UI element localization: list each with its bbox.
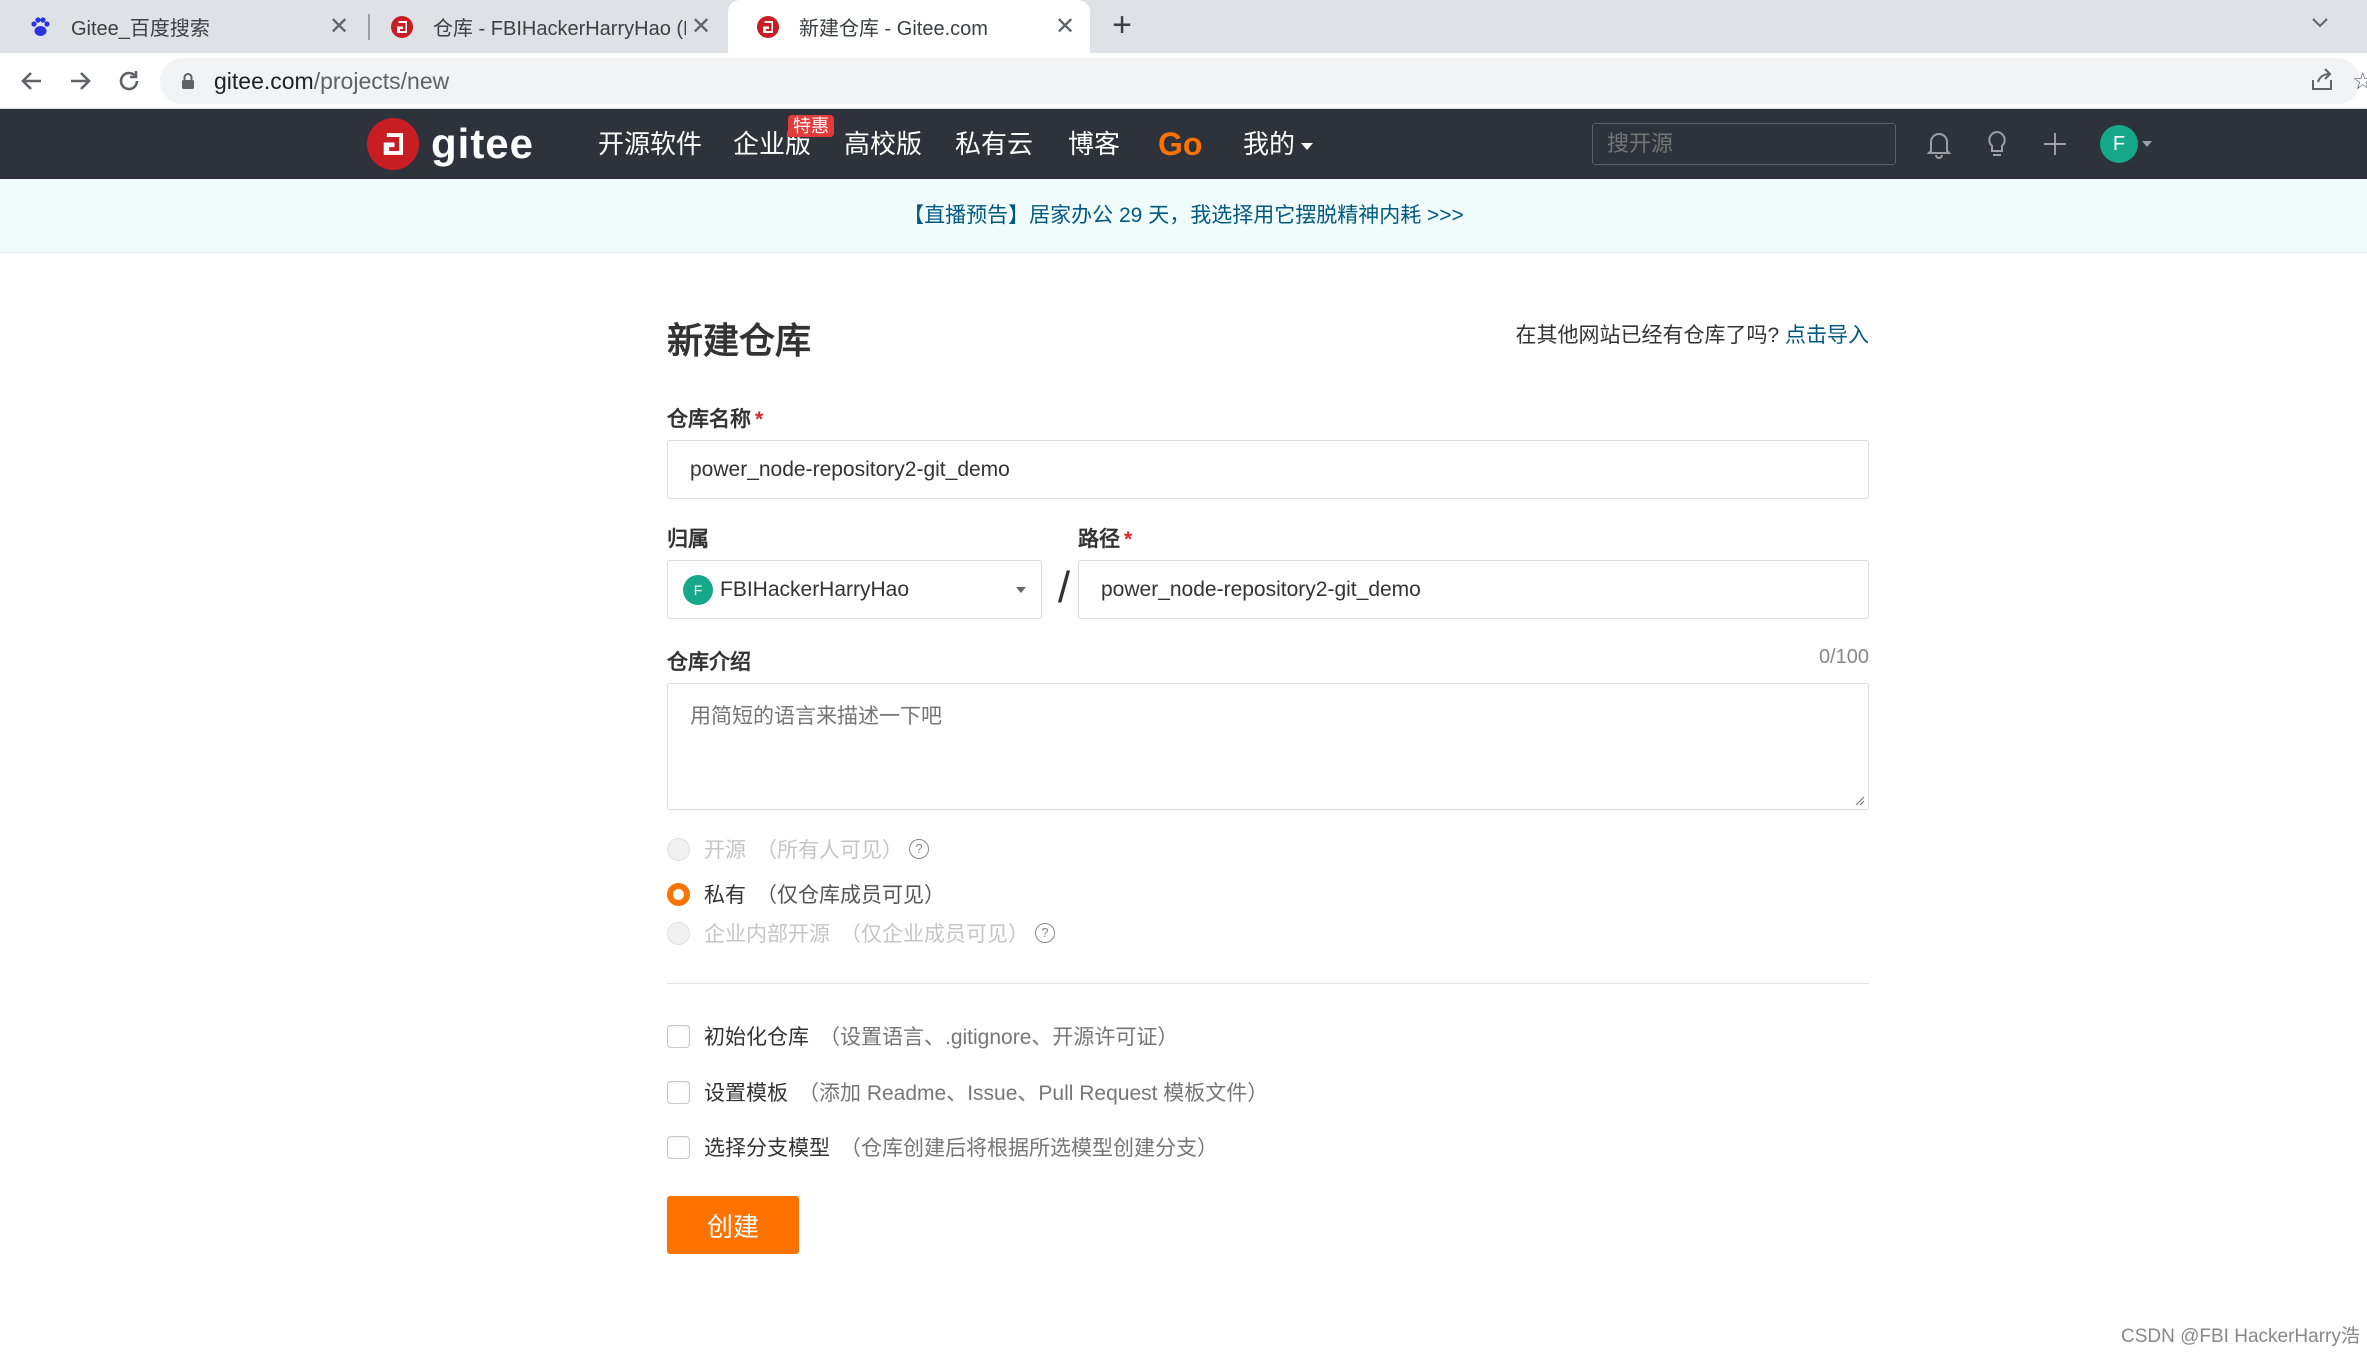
browser-toolbar: gitee.com/projects/new ☆ <box>0 53 2367 109</box>
promo-badge: 特惠 <box>788 115 834 137</box>
description-label: 仓库介绍 <box>667 651 751 674</box>
csdn-watermark: CSDN @FBI HackerHarry浩 <box>2121 1326 2360 1347</box>
checkbox[interactable] <box>667 1080 690 1104</box>
owner-avatar: F <box>683 574 713 605</box>
gitee-logo[interactable]: gitee <box>367 118 534 170</box>
logo-text: gitee <box>431 120 535 167</box>
visibility-private-hint: （仅仓库成员可见） <box>756 884 945 907</box>
nav-mine-dropdown[interactable]: 我的 <box>1243 109 1314 179</box>
option-init-repo-label: 初始化仓库 <box>704 1026 809 1049</box>
nav-blog[interactable]: 博客 <box>1068 109 1120 179</box>
import-link[interactable]: 点击导入 <box>1785 324 1869 347</box>
path-label: 路径 * <box>1078 523 1132 553</box>
nav-education[interactable]: 高校版 <box>844 109 922 179</box>
tab-title: Gitee_百度搜索 <box>71 18 210 40</box>
url-text: gitee.com/projects/new <box>214 68 449 95</box>
repo-name-label: 仓库名称 * <box>667 403 763 433</box>
browser-tab-new-repo[interactable]: 新建仓库 - Gitee.com ✕ <box>728 0 1090 53</box>
radio-button[interactable] <box>667 921 690 945</box>
path-separator: / <box>1057 563 1071 612</box>
close-icon[interactable]: ✕ <box>686 12 716 41</box>
nav-go[interactable]: Go <box>1158 109 1202 179</box>
visibility-public-label: 开源 <box>704 839 746 862</box>
browser-tab-baidu[interactable]: Gitee_百度搜索 ✕ <box>0 0 364 53</box>
browser-tab-strip: Gitee_百度搜索 ✕ 仓库 - FBIHackerHarryHao (FB … <box>0 0 2367 53</box>
nav-private-cloud[interactable]: 私有云 <box>955 109 1033 179</box>
close-icon[interactable]: ✕ <box>324 12 354 41</box>
visibility-internal-hint: （仅企业成员可见） <box>840 923 1029 946</box>
owner-label: 归属 <box>667 528 709 551</box>
option-template-label: 设置模板 <box>704 1082 788 1105</box>
user-avatar[interactable]: F <box>2100 125 2138 163</box>
bell-icon[interactable] <box>1922 127 1956 161</box>
option-template[interactable]: 设置模板 （添加 Readme、Issue、Pull Request 模板文件） <box>667 1077 1268 1107</box>
back-arrow-icon[interactable] <box>14 63 50 99</box>
visibility-private-label: 私有 <box>704 884 746 907</box>
visibility-internal-label: 企业内部开源 <box>704 923 830 946</box>
plus-icon[interactable] <box>2038 127 2072 161</box>
visibility-public-option[interactable]: 开源 （所有人可见） ? <box>667 834 929 864</box>
option-branch-model-hint: （仓库创建后将根据所选模型创建分支） <box>840 1137 1218 1160</box>
section-divider <box>667 983 1869 984</box>
tab-title: 仓库 - FBIHackerHarryHao (FB <box>433 18 686 40</box>
radio-button-checked[interactable] <box>667 882 690 906</box>
announcement-banner[interactable]: 【直播预告】居家办公 29 天，我选择用它摆脱精神内耗 >>> <box>0 179 2367 253</box>
option-init-repo-hint: （设置语言、.gitignore、开源许可证） <box>819 1026 1179 1049</box>
option-template-hint: （添加 Readme、Issue、Pull Request 模板文件） <box>798 1082 1269 1105</box>
option-branch-model-label: 选择分支模型 <box>704 1137 830 1160</box>
option-branch-model[interactable]: 选择分支模型 （仓库创建后将根据所选模型创建分支） <box>667 1132 1218 1162</box>
resize-grip-icon[interactable] <box>1853 794 1865 806</box>
required-mark: * <box>755 408 764 431</box>
visibility-public-hint: （所有人可见） <box>756 839 903 862</box>
baidu-paw-icon <box>31 16 50 36</box>
repo-name-label-text: 仓库名称 <box>667 408 751 431</box>
help-icon[interactable]: ? <box>1035 923 1055 943</box>
tab-search-chevron-icon[interactable] <box>2303 6 2337 40</box>
close-icon[interactable]: ✕ <box>1050 12 1080 41</box>
nav-open-source[interactable]: 开源软件 <box>598 109 702 179</box>
gitee-g-icon <box>367 118 419 170</box>
tab-title: 新建仓库 - Gitee.com <box>799 18 988 40</box>
radio-button[interactable] <box>667 837 690 861</box>
description-counter: 0/100 <box>1818 646 1869 668</box>
share-icon[interactable] <box>2308 66 2336 94</box>
forward-arrow-icon[interactable] <box>62 63 98 99</box>
bookmark-star-icon[interactable]: ☆ <box>2352 67 2367 96</box>
site-search-input[interactable] <box>1592 123 1896 165</box>
site-header: gitee 开源软件 企业版 特惠 高校版 私有云 博客 Go 我的 F <box>0 109 2367 179</box>
page-title: 新建仓库 <box>667 320 812 361</box>
dropdown-caret-icon <box>1016 586 1026 593</box>
description-textarea[interactable] <box>667 683 1869 810</box>
import-hint-text: 在其他网站已经有仓库了吗? <box>1515 324 1780 347</box>
import-hint: 在其他网站已经有仓库了吗? 点击导入 <box>1515 319 1869 349</box>
owner-name: FBIHackerHarryHao <box>720 577 910 601</box>
checkbox[interactable] <box>667 1135 690 1159</box>
gitee-g-icon <box>391 15 413 38</box>
caret-down-icon <box>1301 142 1314 150</box>
help-icon[interactable]: ? <box>909 839 929 859</box>
nav-mine-label: 我的 <box>1243 129 1296 159</box>
required-mark: * <box>1124 528 1133 551</box>
path-label-text: 路径 <box>1078 528 1120 551</box>
create-button[interactable]: 创建 <box>667 1196 799 1254</box>
reload-icon[interactable] <box>111 63 147 99</box>
announcement-text[interactable]: 【直播预告】居家办公 29 天，我选择用它摆脱精神内耗 >>> <box>903 204 1464 227</box>
visibility-internal-option[interactable]: 企业内部开源 （仅企业成员可见） ? <box>667 918 1055 948</box>
gitee-g-icon <box>757 15 779 38</box>
caret-down-icon[interactable] <box>2142 141 2152 147</box>
url-host: gitee.com <box>214 67 314 94</box>
lock-icon <box>182 73 194 89</box>
visibility-private-option[interactable]: 私有 （仅仓库成员可见） <box>667 879 945 909</box>
browser-tab-repos[interactable]: 仓库 - FBIHackerHarryHao (FB ✕ <box>362 0 726 53</box>
owner-select[interactable]: F FBIHackerHarryHao <box>667 560 1042 619</box>
new-tab-button[interactable]: + <box>1104 8 1140 44</box>
address-bar[interactable]: gitee.com/projects/new <box>160 58 2360 104</box>
url-path: /projects/new <box>313 67 450 94</box>
repo-name-input[interactable] <box>667 440 1869 499</box>
repo-path-input[interactable] <box>1078 560 1869 619</box>
lightbulb-icon[interactable] <box>1980 127 2014 161</box>
option-init-repo[interactable]: 初始化仓库 （设置语言、.gitignore、开源许可证） <box>667 1021 1178 1051</box>
checkbox[interactable] <box>667 1024 690 1048</box>
